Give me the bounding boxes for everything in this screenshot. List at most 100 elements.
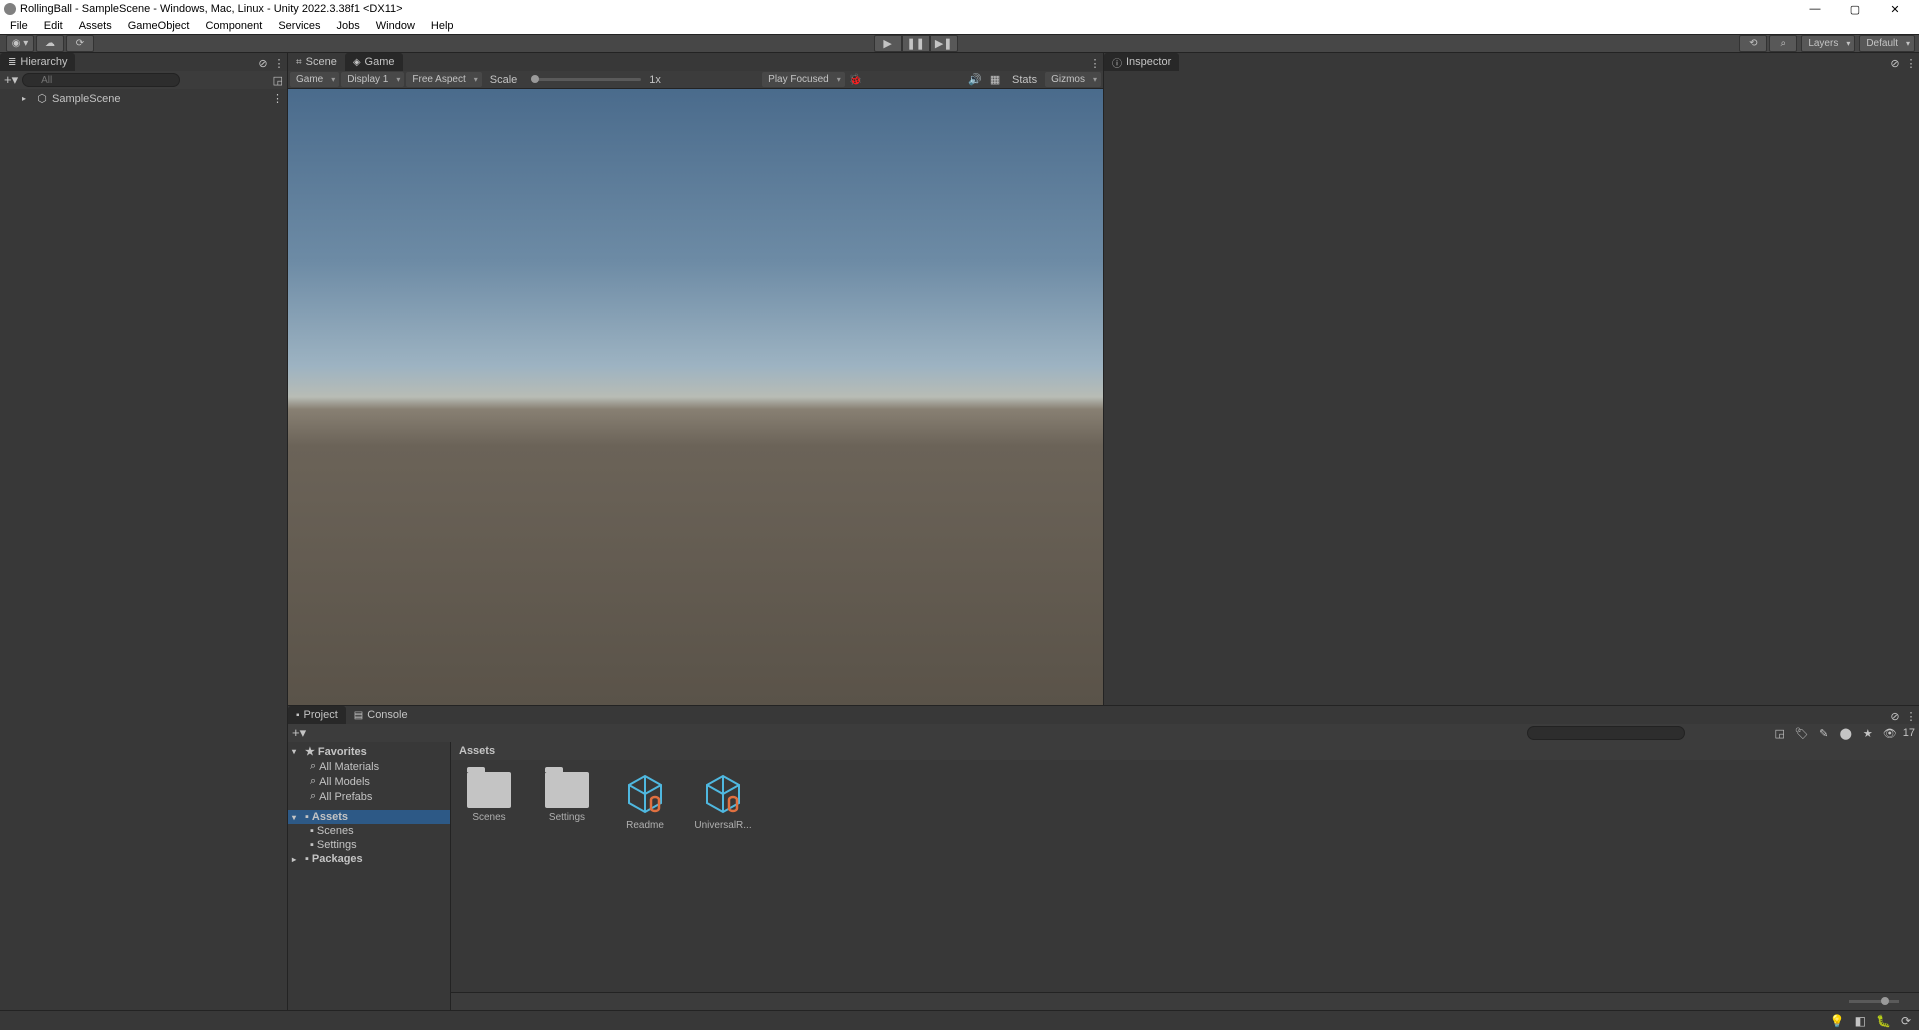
- folder-icon: [545, 772, 589, 808]
- stats-button[interactable]: Stats: [1006, 74, 1043, 86]
- play-button[interactable]: ▶: [874, 35, 902, 52]
- console-tab-label: Console: [367, 709, 407, 721]
- game-panel-menu-icon[interactable]: ⋮: [1087, 55, 1103, 71]
- hierarchy-add-button[interactable]: +▾: [4, 72, 18, 88]
- grid-item-scenes[interactable]: Scenes: [459, 772, 519, 831]
- project-panel: ▪ Project ▤ Console ⊘ ⋮ +▾ ◲ 🏷 ✎: [288, 705, 1919, 1010]
- scriptable-object-icon: [623, 772, 667, 816]
- game-viewport[interactable]: [288, 89, 1103, 705]
- main-area: ≣ Hierarchy ⊘ ⋮ +▾ ◲ ▸ ⬡ SampleScene ⋮: [0, 53, 1919, 1010]
- chevron-down-icon: ▾: [292, 813, 302, 822]
- folder-icon: [467, 772, 511, 808]
- fav-all-prefabs[interactable]: ⌕All Prefabs: [288, 789, 450, 804]
- fav-all-models[interactable]: ⌕All Models: [288, 774, 450, 789]
- display-dropdown[interactable]: Display 1: [341, 72, 404, 87]
- maximize-button[interactable]: ▢: [1835, 0, 1875, 18]
- project-menu-icon[interactable]: ⋮: [1903, 708, 1919, 724]
- project-toolbar: +▾ ◲ 🏷 ✎ ⬤ ★ 👁 17: [288, 724, 1919, 742]
- vsync-icon[interactable]: ▦: [986, 72, 1004, 88]
- game-tab[interactable]: ◈ Game: [345, 53, 403, 71]
- console-icon: ▤: [354, 710, 363, 721]
- menu-component[interactable]: Component: [197, 20, 270, 32]
- menu-window[interactable]: Window: [368, 20, 423, 32]
- layout-dropdown[interactable]: Default: [1859, 35, 1915, 52]
- hierarchy-search-input[interactable]: [22, 73, 180, 87]
- inspector-lock-icon[interactable]: ⊘: [1887, 55, 1903, 71]
- scene-tab[interactable]: ⌗ Scene: [288, 53, 345, 71]
- favorites-header[interactable]: ▾ ★ Favorites: [288, 744, 450, 759]
- assets-settings[interactable]: ▪Settings: [288, 838, 450, 852]
- hierarchy-search-type-icon[interactable]: ◲: [273, 74, 283, 87]
- inspector-menu-icon[interactable]: ⋮: [1903, 55, 1919, 71]
- hidden-count: 17: [1903, 727, 1915, 739]
- console-tab[interactable]: ▤ Console: [346, 706, 416, 724]
- project-footer: [451, 992, 1919, 1010]
- assets-header[interactable]: ▾ ▪ Assets: [288, 810, 450, 824]
- minimize-button[interactable]: —: [1795, 0, 1835, 18]
- project-search-input[interactable]: [1527, 726, 1685, 740]
- project-tree: ▾ ★ Favorites ⌕All Materials ⌕All Models…: [288, 742, 451, 1010]
- aspect-dropdown[interactable]: Free Aspect: [406, 72, 481, 87]
- pause-button[interactable]: ❚❚: [902, 35, 930, 52]
- hierarchy-scene-item[interactable]: ▸ ⬡ SampleScene ⋮: [0, 91, 287, 106]
- hierarchy-tab[interactable]: ≣ Hierarchy: [0, 53, 75, 71]
- auto-generate-lighting-icon[interactable]: ◧: [1855, 1014, 1866, 1028]
- menu-assets[interactable]: Assets: [71, 20, 120, 32]
- close-button[interactable]: ✕: [1875, 0, 1915, 18]
- bug-icon[interactable]: 🐞: [847, 72, 865, 88]
- grid-item-universal[interactable]: UniversalR...: [693, 772, 753, 831]
- favorite-icon[interactable]: ★: [1859, 725, 1877, 741]
- statusbar: 💡 ◧ 🐛 ⟳: [0, 1010, 1919, 1030]
- layers-dropdown[interactable]: Layers: [1801, 35, 1855, 52]
- folder-icon: ▪: [305, 853, 309, 865]
- grid-item-readme[interactable]: Readme: [615, 772, 675, 831]
- hidden-icon[interactable]: 👁: [1881, 725, 1899, 741]
- packages-header[interactable]: ▸ ▪ Packages: [288, 852, 450, 866]
- menu-file[interactable]: File: [2, 20, 36, 32]
- grid-item-settings[interactable]: Settings: [537, 772, 597, 831]
- center-column: ⌗ Scene ◈ Game ⋮ Game Display 1 Free Asp…: [288, 53, 1919, 1010]
- account-button[interactable]: ◉ ▾: [6, 35, 34, 52]
- assets-scenes[interactable]: ▪Scenes: [288, 824, 450, 838]
- step-button[interactable]: ▶❚: [930, 35, 958, 52]
- audio-icon[interactable]: 🔊: [966, 72, 984, 88]
- hierarchy-item-menu-icon[interactable]: ⋮: [272, 92, 283, 105]
- log-icon[interactable]: ⬤: [1837, 725, 1855, 741]
- save-search-icon[interactable]: ✎: [1815, 725, 1833, 741]
- unity-scene-icon: ⬡: [36, 93, 48, 105]
- menu-gameobject[interactable]: GameObject: [120, 20, 198, 32]
- undo-history-button[interactable]: ⟲: [1739, 35, 1767, 52]
- grid-size-slider[interactable]: [1849, 1000, 1899, 1003]
- window-title: RollingBall - SampleScene - Windows, Mac…: [20, 3, 403, 15]
- folder-icon: ▪: [310, 839, 314, 851]
- hierarchy-scene-label: SampleScene: [52, 93, 121, 105]
- hierarchy-menu-icon[interactable]: ⋮: [271, 55, 287, 71]
- gizmos-dropdown[interactable]: Gizmos: [1045, 72, 1101, 87]
- project-lock-icon[interactable]: ⊘: [1887, 708, 1903, 724]
- search-icon: ⌕: [310, 790, 316, 803]
- scale-slider[interactable]: [531, 78, 641, 81]
- project-add-button[interactable]: +▾: [292, 725, 306, 741]
- fav-all-materials[interactable]: ⌕All Materials: [288, 759, 450, 774]
- search-by-type-icon[interactable]: ◲: [1771, 725, 1789, 741]
- debug-mode-icon[interactable]: 🐛: [1876, 1014, 1891, 1028]
- menu-edit[interactable]: Edit: [36, 20, 71, 32]
- progress-icon[interactable]: ⟳: [1901, 1014, 1911, 1028]
- game-mode-dropdown[interactable]: Game: [290, 72, 339, 87]
- hierarchy-lock-icon[interactable]: ⊘: [255, 55, 271, 71]
- menu-jobs[interactable]: Jobs: [329, 20, 368, 32]
- menu-services[interactable]: Services: [270, 20, 328, 32]
- hierarchy-panel: ≣ Hierarchy ⊘ ⋮ +▾ ◲ ▸ ⬡ SampleScene ⋮: [0, 53, 288, 1010]
- play-controls: ▶ ❚❚ ▶❚: [874, 35, 958, 52]
- play-focused-dropdown[interactable]: Play Focused: [762, 72, 845, 87]
- history-button[interactable]: ⟳: [66, 35, 94, 52]
- folder-icon: ▪: [310, 825, 314, 837]
- inspector-tab[interactable]: ⓘ Inspector: [1104, 53, 1179, 71]
- menu-help[interactable]: Help: [423, 20, 462, 32]
- project-tab[interactable]: ▪ Project: [288, 706, 346, 724]
- project-breadcrumb[interactable]: Assets: [451, 742, 1919, 760]
- search-button[interactable]: ⌕: [1769, 35, 1797, 52]
- search-by-label-icon[interactable]: 🏷: [1793, 725, 1811, 741]
- cloud-button[interactable]: ☁: [36, 35, 64, 52]
- lightbulb-icon[interactable]: 💡: [1830, 1014, 1845, 1028]
